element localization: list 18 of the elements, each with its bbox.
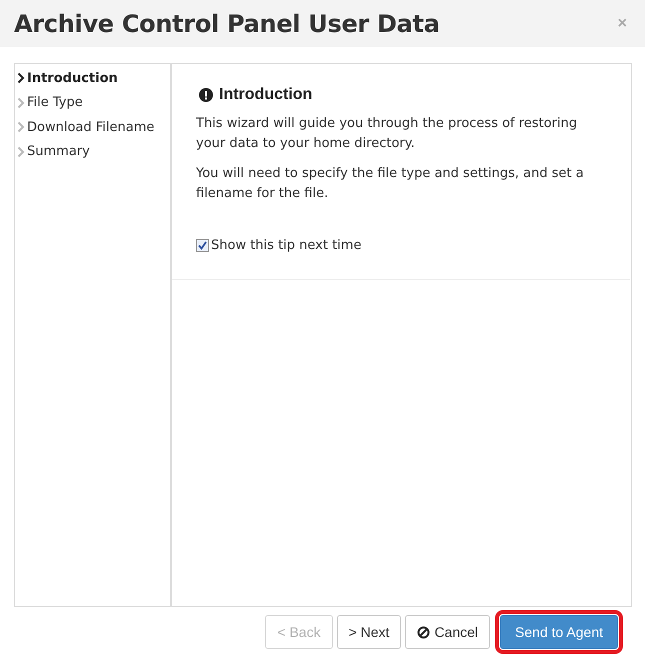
- ban-icon: [417, 626, 430, 638]
- intro-paragraph: You will need to specify the file type and settings, and set a filename for the file.: [196, 165, 585, 203]
- intro-paragraph: This wizard will guide you through the process of restoring your data to your home directory.: [196, 115, 578, 153]
- exclamation-icon: [199, 88, 213, 102]
- cancel-button[interactable]: Cancel: [405, 615, 490, 649]
- chevron-icon: [17, 146, 25, 158]
- step-item[interactable]: Download Filename: [15, 115, 170, 140]
- chevron-icon: [17, 121, 25, 134]
- step-item[interactable]: File Type: [15, 90, 170, 115]
- tip-label: Show this tip next time: [211, 238, 362, 253]
- next-button[interactable]: > Next: [336, 615, 402, 649]
- section-heading: Introduction: [219, 86, 312, 104]
- window-title: Archive Control Panel User Data: [14, 10, 440, 38]
- step-item[interactable]: Introduction: [15, 66, 170, 90]
- tip-checkbox[interactable]: [196, 239, 209, 252]
- step-item[interactable]: Summary: [15, 140, 170, 164]
- chevron-icon: [17, 96, 25, 109]
- chevron-icon: [17, 72, 25, 84]
